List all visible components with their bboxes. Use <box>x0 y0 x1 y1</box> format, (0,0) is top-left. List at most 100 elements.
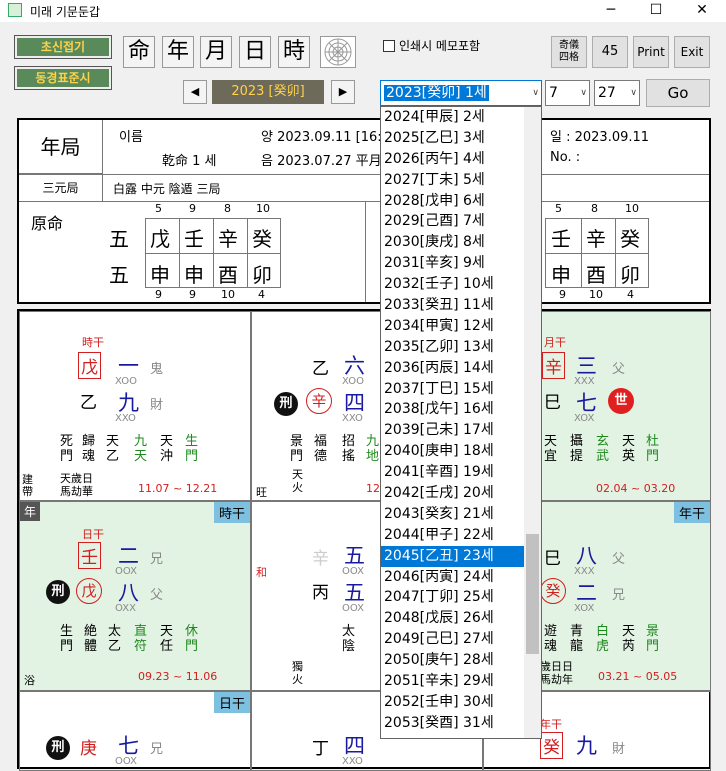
dropdown-option[interactable]: 2043[癸亥] 21세 <box>381 504 541 525</box>
palace-4[interactable]: 年 時干 日干 壬 二 OOX 兄 刑 戊 八 OXX 父 生 絶 太 直 天 … <box>19 501 251 691</box>
palace-star: 任 <box>160 639 174 654</box>
chevron-down-icon: ∨ <box>630 88 637 98</box>
palace-gan: 癸 <box>540 578 566 604</box>
dropdown-option[interactable]: 2025[乙巳] 3세 <box>381 128 541 149</box>
close-button[interactable]: ✕ <box>679 0 725 22</box>
palace-star: 門 <box>60 639 74 654</box>
palace-relation: 父 <box>150 588 164 603</box>
dropdown-option[interactable]: 2032[壬子] 10세 <box>381 274 541 295</box>
palace-code: XXO <box>342 413 363 424</box>
palace-relation: 鬼 <box>150 362 164 377</box>
dropdown-option[interactable]: 2052[壬申] 30세 <box>381 692 541 713</box>
palace-spirits: 歲日日 馬劫年 <box>540 660 573 686</box>
year-display: 2023 [癸卯] <box>212 80 324 104</box>
palace-label: 年干 <box>540 718 562 731</box>
dropdown-option[interactable]: 2027[丁未] 5세 <box>381 170 541 191</box>
dropdown-option[interactable]: 2040[庚申] 18세 <box>381 441 541 462</box>
qimen-format-button[interactable]: 奇儀 四格 <box>551 36 587 68</box>
dropdown-option[interactable]: 2033[癸丑] 11세 <box>381 295 541 316</box>
year-age-select[interactable]: 2023[癸卯] 1세 ∨ <box>380 80 542 106</box>
prev-year-button[interactable]: ◀ <box>183 80 207 104</box>
dropdown-option[interactable]: 2024[甲辰] 2세 <box>381 107 541 128</box>
dropdown-option[interactable]: 2037[丁巳] 15세 <box>381 379 541 400</box>
palace-gan: 辛 <box>542 352 565 379</box>
maximize-button[interactable]: ☐ <box>633 0 679 22</box>
saju-gan: 辛 <box>218 227 238 251</box>
se-badge: 世 <box>608 388 634 414</box>
dropdown-option[interactable]: 2041[辛酉] 19세 <box>381 462 541 483</box>
palace-gan: 壬 <box>78 542 101 569</box>
palace-7[interactable]: 日干 刑 庚 七 OOX 兄 <box>19 691 251 771</box>
saju-zhi: 卯 <box>252 263 272 287</box>
dropdown-option[interactable]: 2036[丙辰] 14세 <box>381 358 541 379</box>
print-button[interactable]: Print <box>633 36 669 68</box>
day-select[interactable]: 27 ∨ <box>594 80 640 106</box>
dropdown-option[interactable]: 2035[乙卯] 13세 <box>381 337 541 358</box>
dropdown-option[interactable]: 2046[丙寅] 24세 <box>381 567 541 588</box>
palace-code: XOX <box>574 603 595 614</box>
palace-star: 地 <box>366 449 380 464</box>
chart-title: 年局 <box>19 120 103 174</box>
dropdown-option[interactable]: 2048[戊辰] 26세 <box>381 608 541 629</box>
dropdown-option[interactable]: 2047[丁卯] 25세 <box>381 587 541 608</box>
pillar-day-button[interactable]: 日 <box>239 36 271 68</box>
dropdown-option[interactable]: 2029[己酉] 7세 <box>381 211 541 232</box>
palace-side: 浴 <box>24 674 35 687</box>
dropdown-option[interactable]: 2038[戊午] 16세 <box>381 399 541 420</box>
saju-num: 4 <box>627 288 634 301</box>
palace-star: 搖 <box>342 449 356 464</box>
chevron-down-icon: ∨ <box>580 88 587 98</box>
dropdown-option[interactable]: 2026[丙午] 4세 <box>381 149 541 170</box>
scrollbar-thumb[interactable] <box>526 534 539 654</box>
dropdown-option[interactable]: 2053[癸酉] 31세 <box>381 713 541 734</box>
memo-checkbox[interactable] <box>383 40 395 52</box>
dropdown-option[interactable]: 2045[乙丑] 23세 <box>381 545 541 567</box>
palace-star: 芮 <box>622 639 636 654</box>
saju-gan: 壬 <box>184 227 204 251</box>
palace-star: 宜 <box>544 449 558 464</box>
year-tag: 年 <box>20 502 41 521</box>
go-button[interactable]: Go <box>646 79 710 107</box>
year-gan-tag: 年干 <box>673 502 710 523</box>
palace-star: 體 <box>84 639 98 654</box>
palace-number: 九 <box>576 734 597 758</box>
palace-date-range: 11.07 ~ 12.21 <box>138 482 218 495</box>
dropdown-option[interactable]: 2028[戊申] 6세 <box>381 191 541 212</box>
dropdown-option[interactable]: 2039[己未] 17세 <box>381 420 541 441</box>
n45-button[interactable]: 45 <box>592 36 628 68</box>
pillar-time-button[interactable]: 時 <box>278 36 310 68</box>
tokyo-time-button[interactable]: 동경표준시 <box>14 66 112 90</box>
dropdown-option[interactable]: 2034[甲寅] 12세 <box>381 316 541 337</box>
pillar-year-button[interactable]: 年 <box>162 36 194 68</box>
dropdown-option[interactable]: 2030[庚戌] 8세 <box>381 232 541 253</box>
dropdown-option[interactable]: 2042[壬戌] 20세 <box>381 483 541 504</box>
palace-star: 門 <box>646 449 660 464</box>
dropdown-option[interactable]: 2044[甲子] 22세 <box>381 525 541 546</box>
palace-code: XOX <box>574 413 595 424</box>
collapse-button[interactable]: 초신접기 <box>14 35 112 59</box>
palace-1[interactable]: 時干 戊 乙 一 九 XOO XXO 鬼 財 死 歸 天 九 天 生 門 魂 乙… <box>19 311 251 501</box>
window-title: 미래 기문둔갑 <box>30 5 101 19</box>
pillar-ming-button[interactable]: 命 <box>123 36 155 68</box>
palace-code: XOO <box>115 376 137 387</box>
year-age-dropdown-list[interactable]: 2024[甲辰] 2세 2025[乙巳] 3세 2026[丙午] 4세 2027[丁未… <box>380 106 542 739</box>
palace-gan: 戊 <box>78 352 101 379</box>
dropdown-option[interactable]: 2050[庚午] 28세 <box>381 650 541 671</box>
time-gan-tag: 時干 <box>213 502 250 523</box>
month-select[interactable]: 7 ∨ <box>545 80 590 106</box>
dropdown-option[interactable]: 2049[己巳] 27세 <box>381 629 541 650</box>
saju-num: 9 <box>559 288 566 301</box>
dropdown-option[interactable]: 2051[辛未] 29세 <box>381 671 541 692</box>
saju-zhi: 酉 <box>586 263 606 287</box>
minimize-button[interactable]: ─ <box>588 0 634 22</box>
pillar-month-button[interactable]: 月 <box>200 36 232 68</box>
saju-zhi: 申 <box>150 263 170 287</box>
dropdown-option[interactable]: 2031[辛亥] 9세 <box>381 253 541 274</box>
dropdown-scrollbar[interactable] <box>524 107 541 738</box>
palace-star: 乙 <box>108 639 122 654</box>
next-year-button[interactable]: ▶ <box>331 80 355 104</box>
palace-star: 虎 <box>596 639 610 654</box>
palace-spirits: 天歲日 馬劫華 <box>60 472 93 498</box>
exit-button[interactable]: Exit <box>674 36 710 68</box>
target-icon[interactable] <box>320 36 356 68</box>
